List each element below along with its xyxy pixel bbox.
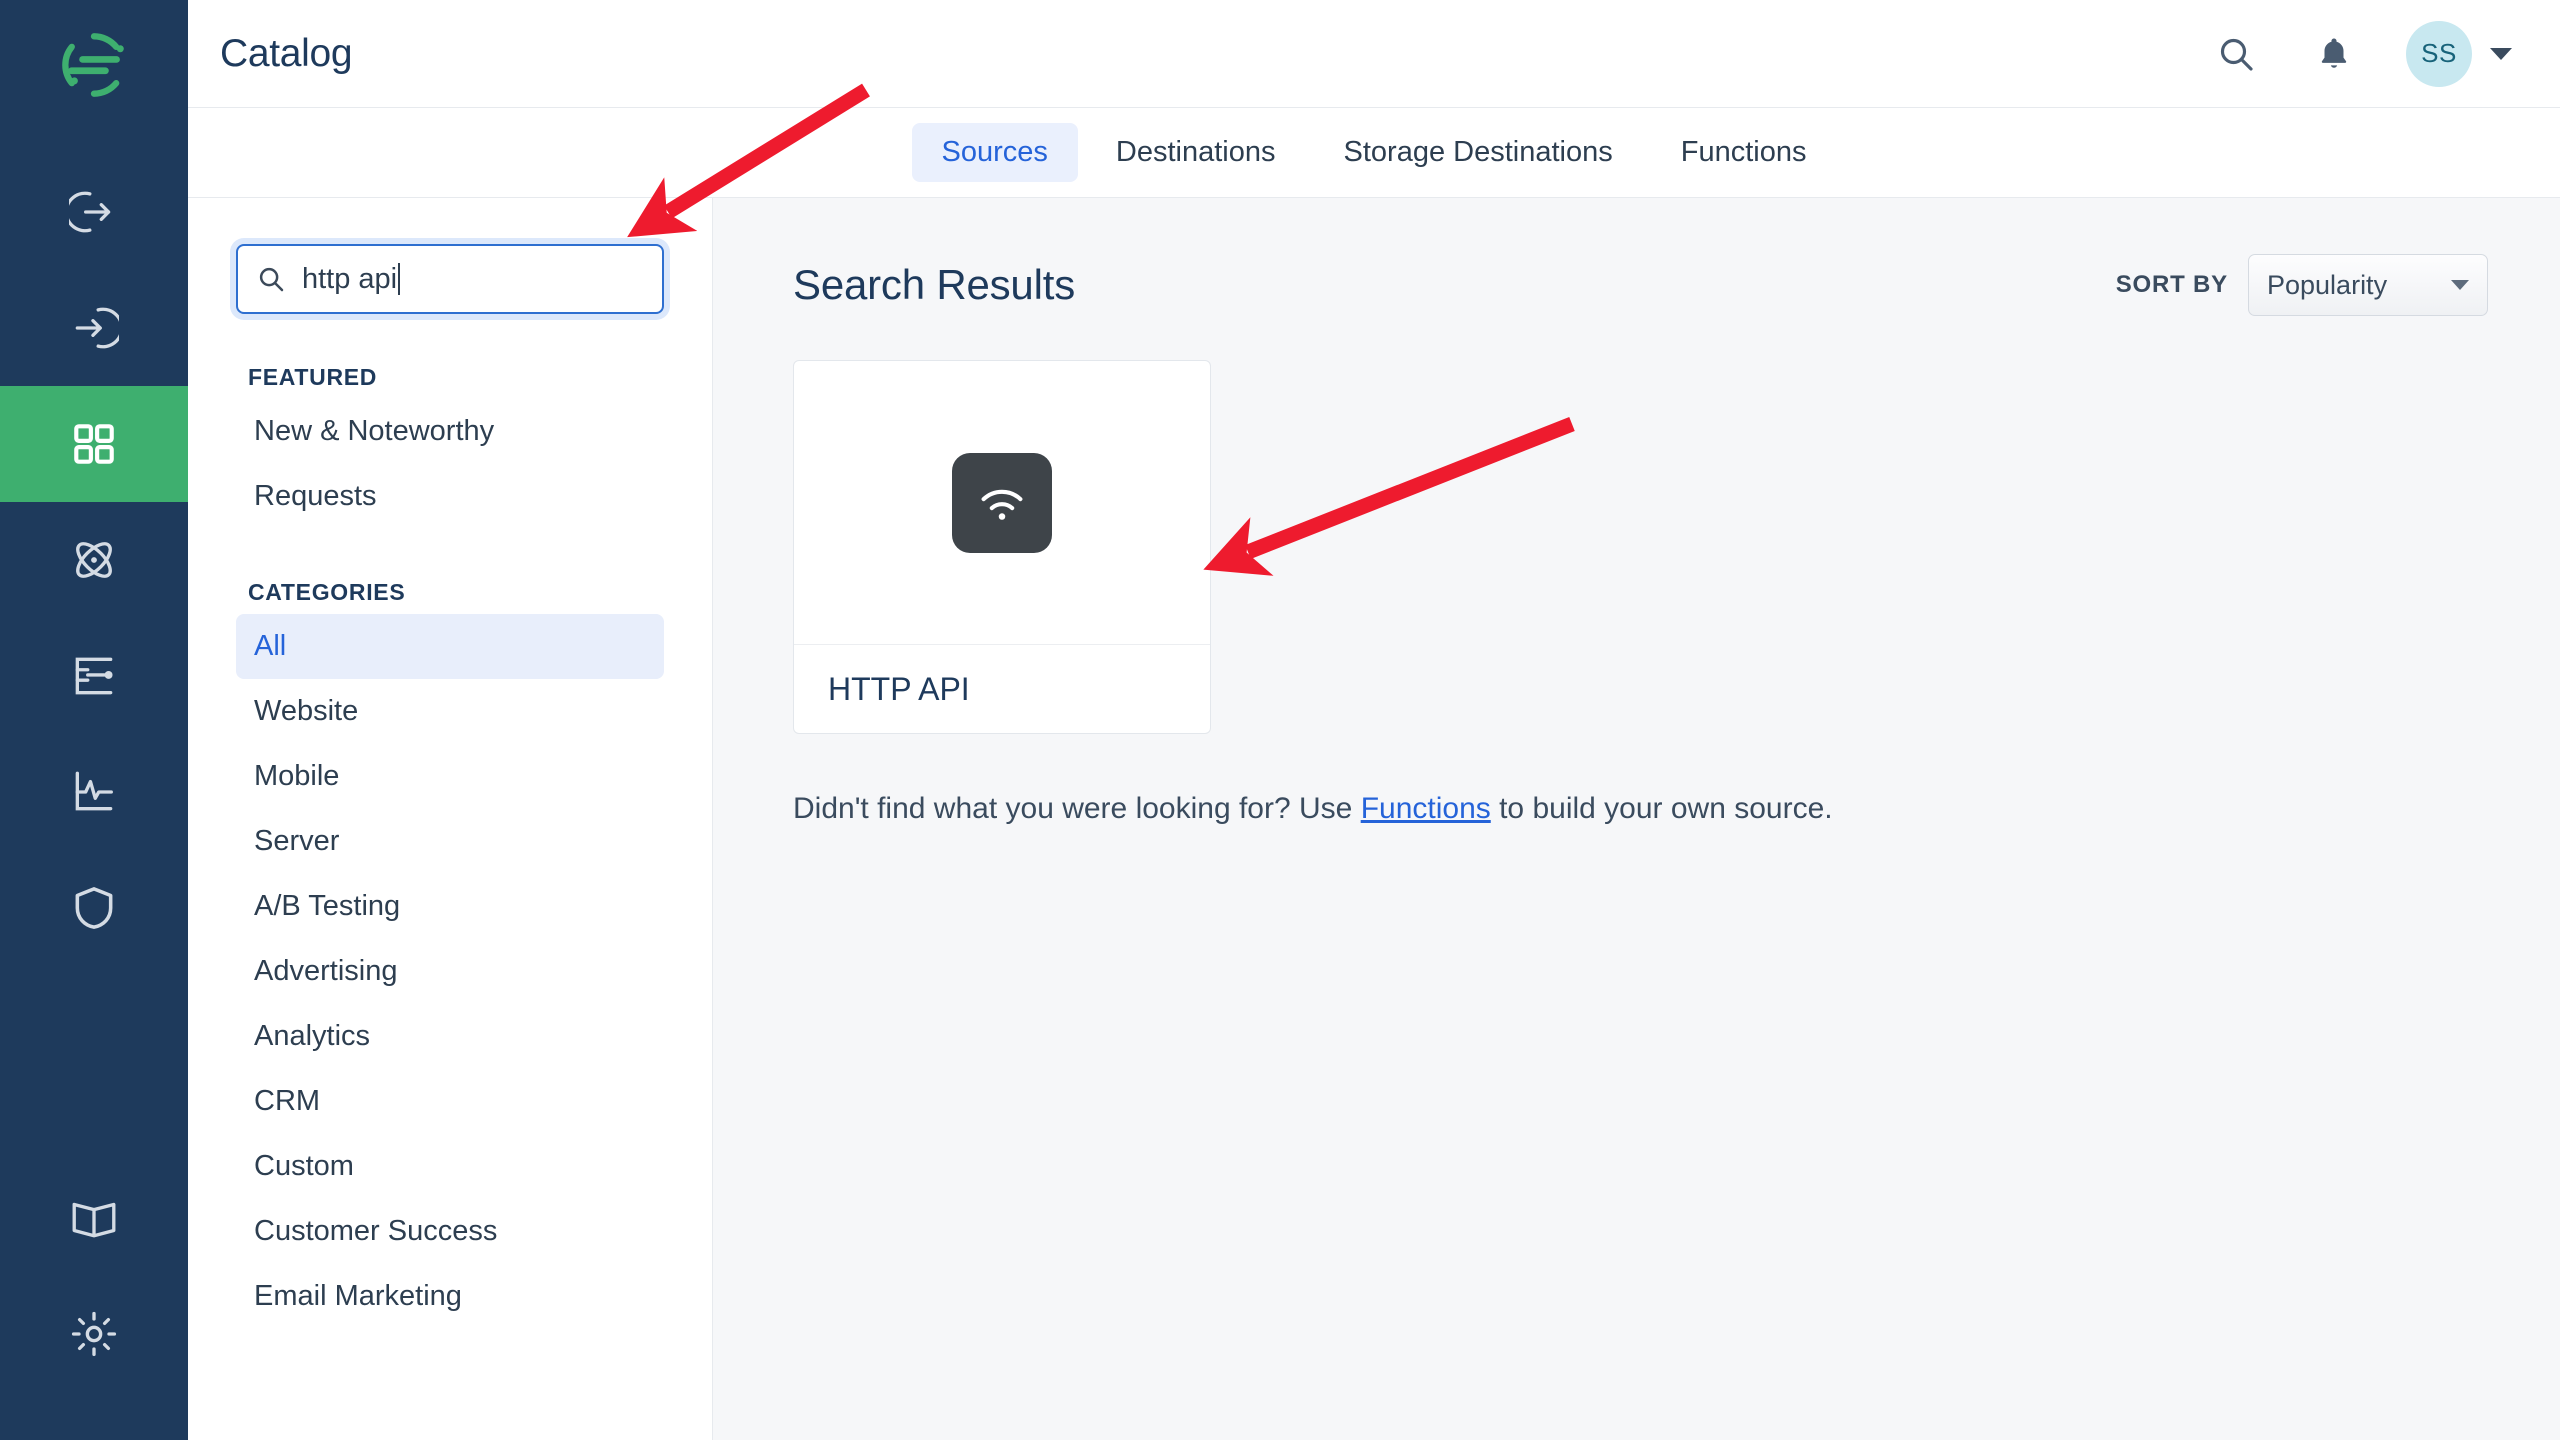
http-api-logo [952,452,1052,553]
sidebar-item-protocols[interactable] [0,618,188,734]
sidebar-item-settings[interactable] [0,1276,188,1392]
category-item-ab-testing[interactable]: A/B Testing [236,874,664,939]
chevron-down-icon [2451,280,2469,290]
text-cursor [398,263,401,295]
category-item-website[interactable]: Website [236,679,664,744]
search-icon [256,264,286,294]
arrow-out-circle-icon [69,191,111,233]
bell-icon [2321,37,2347,68]
catalog-filter-panel: http api FEATURED New & Noteworthy Reque… [188,198,713,1440]
category-item-server[interactable]: Server [236,809,664,874]
tab-sources[interactable]: Sources [911,123,1078,182]
category-item-analytics[interactable]: Analytics [236,1004,664,1069]
page-title: Catalog [220,31,353,75]
protocols-icon [75,657,113,695]
sidebar-item-catalog[interactable] [0,386,188,502]
catalog-tabbar: Sources Destinations Storage Destination… [188,108,2560,198]
brand-logo[interactable] [0,0,188,130]
primary-nav-rail [0,0,188,1440]
sidebar-item-personas[interactable] [0,502,188,618]
category-item-email-marketing[interactable]: Email Marketing [236,1264,664,1329]
helper-suffix: to build your own source. [1490,792,1833,825]
category-item-advertising[interactable]: Advertising [236,939,664,1004]
top-bar-actions: SS [2210,20,2512,87]
category-item-all[interactable]: All [236,614,664,679]
global-search-button[interactable] [2210,28,2262,80]
account-menu[interactable]: SS [2406,20,2512,87]
avatar: SS [2406,20,2472,87]
results-title: Search Results [793,261,1075,308]
category-item-crm[interactable]: CRM [236,1069,664,1134]
sort-controls: SORT BY Popularity [2116,254,2488,316]
category-item-mobile[interactable]: Mobile [236,744,664,809]
segment-logo [62,33,124,97]
sidebar-item-analytics[interactable] [0,734,188,850]
featured-item-new-and-noteworthy[interactable]: New & Noteworthy [236,399,664,464]
atom-icon [76,542,112,578]
results-grid: HTTP API [793,360,2488,734]
tab-storage-destinations[interactable]: Storage Destinations [1314,123,1643,182]
sidebar-item-sources[interactable] [0,154,188,270]
shield-icon [75,887,113,929]
rail-bottom-group [0,1160,188,1392]
featured-heading: FEATURED [248,364,378,390]
tab-list: Sources Destinations Storage Destination… [911,123,1837,182]
content-region: Catalog SS Sources Destinations Storage … [188,0,2560,1440]
card-title: HTTP API [828,670,970,707]
tab-destinations[interactable]: Destinations [1086,123,1306,182]
catalog-search-value: http api [302,262,398,295]
catalog-page: Catalog SS Sources Destinations Storage … [0,0,2560,1440]
chart-line-icon [75,771,113,811]
featured-item-requests[interactable]: Requests [236,464,664,529]
tab-functions[interactable]: Functions [1651,123,1837,182]
catalog-card-http-api[interactable]: HTTP API [793,360,1211,734]
categories-heading: CATEGORIES [248,579,406,605]
search-results-region: Search Results SORT BY Popularity HTTP A… [713,198,2560,1440]
wifi-signal-icon [981,489,1023,520]
sort-by-select[interactable]: Popularity [2248,254,2488,316]
category-item-customer-success[interactable]: Customer Success [236,1199,664,1264]
arrow-in-circle-icon [75,307,119,349]
top-bar: Catalog SS [188,0,2560,108]
sidebar-item-docs[interactable] [0,1160,188,1276]
helper-prefix: Didn't find what you were looking for? U… [793,792,1361,825]
notifications-button[interactable] [2308,28,2360,80]
results-header: Search Results SORT BY Popularity [793,254,2488,316]
no-results-helper: Didn't find what you were looking for? U… [793,792,2488,826]
grid-icon [74,424,114,464]
gear-icon [71,1311,117,1357]
chevron-down-icon [2490,47,2512,60]
card-logo-area [794,361,1210,645]
category-item-custom[interactable]: Custom [236,1134,664,1199]
catalog-body: http api FEATURED New & Noteworthy Reque… [188,198,2560,1440]
card-footer: HTTP API [794,645,1210,733]
sidebar-item-privacy[interactable] [0,850,188,966]
sort-by-label: SORT BY [2115,271,2228,298]
search-icon [2220,38,2253,71]
book-icon [72,1202,116,1238]
catalog-search-input[interactable]: http api [236,244,664,314]
functions-link[interactable]: Functions [1361,792,1491,825]
sidebar-item-destinations[interactable] [0,270,188,386]
sort-by-value: Popularity [2267,269,2388,300]
